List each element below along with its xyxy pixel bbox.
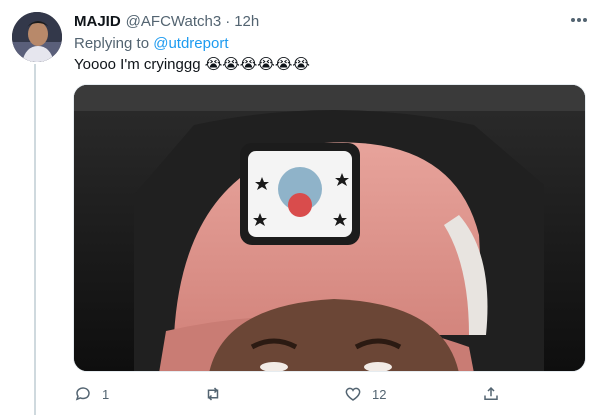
heart-icon bbox=[345, 387, 361, 401]
retweet-icon bbox=[207, 387, 219, 401]
more-options-icon[interactable] bbox=[568, 12, 590, 28]
photo-attachment-icon bbox=[74, 85, 585, 371]
tweet-text: Yoooo I'm cryinggg 😭😭😭😭😭😭 bbox=[74, 56, 310, 73]
reply-icon bbox=[75, 387, 90, 401]
retweet-button[interactable] bbox=[204, 382, 232, 406]
like-button[interactable]: 12 bbox=[344, 382, 386, 406]
author-name[interactable]: MAJID bbox=[74, 13, 121, 30]
reply-count: 1 bbox=[102, 386, 110, 402]
tweet-timestamp[interactable]: 12h bbox=[234, 13, 259, 30]
replying-to-mention[interactable]: @utdreport bbox=[153, 35, 228, 52]
share-button[interactable] bbox=[482, 382, 510, 406]
avatar[interactable] bbox=[12, 12, 62, 62]
header-separator: · bbox=[225, 12, 231, 30]
share-icon bbox=[484, 386, 498, 400]
tweet-header: MAJID @AFCWatch3 · 12h bbox=[74, 11, 584, 31]
author-handle[interactable]: @AFCWatch3 bbox=[126, 13, 222, 30]
thread-line bbox=[34, 64, 36, 415]
profile-photo-icon bbox=[12, 12, 62, 62]
replying-to-label: Replying to bbox=[74, 35, 150, 52]
tweet-actions: 1 12 bbox=[74, 382, 514, 406]
like-count: 12 bbox=[372, 386, 387, 402]
replying-to: Replying to @utdreport bbox=[74, 35, 228, 52]
reply-button[interactable]: 1 bbox=[74, 382, 109, 406]
tweet-media[interactable] bbox=[73, 84, 586, 372]
